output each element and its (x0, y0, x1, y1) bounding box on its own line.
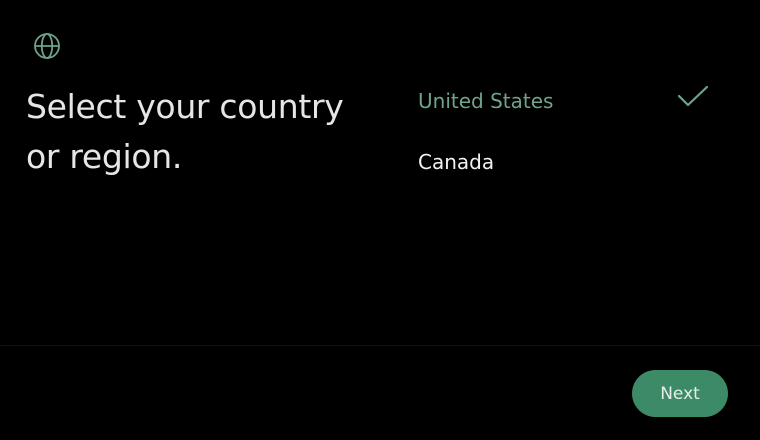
country-label: United States (418, 88, 554, 113)
globe-icon (33, 32, 61, 60)
checkmark-icon (676, 84, 710, 110)
setup-screen: Select your country or region. United St… (0, 0, 760, 440)
page-title: Select your country or region. (26, 87, 344, 176)
country-option-canada[interactable]: Canada (418, 131, 730, 192)
footer-divider (0, 345, 760, 346)
next-button[interactable]: Next (632, 370, 728, 417)
country-label: Canada (418, 149, 495, 174)
country-option-united-states[interactable]: United States (418, 70, 730, 131)
country-list: United States Canada (418, 70, 730, 192)
